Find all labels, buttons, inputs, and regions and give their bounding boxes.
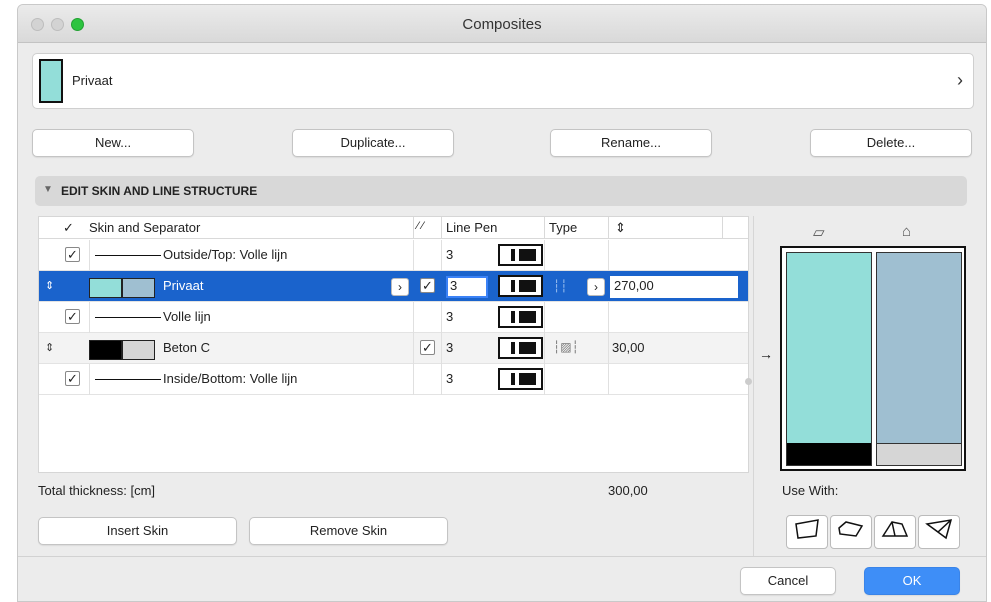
arrow-right-icon: → <box>759 346 773 362</box>
rename-button[interactable]: Rename... <box>550 129 712 157</box>
composite-selector[interactable]: Privaat › <box>32 53 974 109</box>
header-skin: Skin and Separator <box>89 220 201 235</box>
pen-number[interactable]: 3 <box>446 309 453 324</box>
table-row[interactable]: ✓ Volle lijn 3 <box>39 302 748 333</box>
skin-background-swatch[interactable] <box>122 278 155 298</box>
row-checkbox[interactable]: ✓ <box>65 247 80 262</box>
title-bar: Composites <box>18 5 986 43</box>
row-checkbox[interactable]: ✓ <box>65 371 80 386</box>
thickness-icon: ⇕ <box>615 220 626 235</box>
separator-label: Volle lijn <box>163 309 211 324</box>
line-pen-swatch[interactable] <box>498 337 543 359</box>
composite-name: Privaat <box>72 73 113 88</box>
insert-skin-button[interactable]: Insert Skin <box>38 517 237 545</box>
header-line-pen: Line Pen <box>446 220 498 235</box>
remove-skin-button[interactable]: Remove Skin <box>249 517 448 545</box>
shell-shape-icon[interactable] <box>918 515 960 549</box>
total-thickness-value: 300,00 <box>608 483 648 498</box>
pen-number-field[interactable]: 3 <box>446 276 488 298</box>
skin-visible-checkbox[interactable]: ✓ <box>420 340 435 355</box>
splitter-handle[interactable] <box>745 378 752 385</box>
skin-fill-swatch[interactable] <box>89 340 122 360</box>
thickness-field[interactable]: 270,00 <box>610 276 738 298</box>
separator-label: Inside/Bottom: Volle lijn <box>163 371 298 386</box>
drag-handle-icon[interactable]: ⇕ <box>45 279 54 292</box>
chevron-right-icon[interactable]: › <box>957 70 963 91</box>
composites-window: Composites Privaat › New... Duplicate...… <box>17 4 987 602</box>
delete-button[interactable]: Delete... <box>810 129 972 157</box>
total-thickness-label: Total thickness: [cm] <box>38 483 156 498</box>
ok-button[interactable]: OK <box>864 567 960 595</box>
pen-number[interactable]: 3 <box>446 247 453 262</box>
hatch-icon: ▱ <box>813 224 825 241</box>
cancel-button[interactable]: Cancel <box>740 567 836 595</box>
table-header: ✓ Skin and Separator ⁄ ⁄ Line Pen Type ⇕ <box>39 217 748 239</box>
header-type: Type <box>549 220 578 235</box>
section-header[interactable]: ▼ EDIT SKIN AND LINE STRUCTURE <box>35 176 967 206</box>
separator-label: Outside/Top: Volle lijn <box>163 247 288 262</box>
type-icon[interactable]: ┆┆ <box>553 279 567 293</box>
slab-shape-icon[interactable] <box>830 515 872 549</box>
type-icon[interactable]: ┆▨┆ <box>553 340 579 354</box>
new-button[interactable]: New... <box>32 129 194 157</box>
table-row[interactable]: ⇕ Privaat › ✓ 3 ┆┆ › 270,00 <box>39 271 748 302</box>
line-pen-swatch[interactable] <box>498 275 543 297</box>
roof-shape-icon[interactable] <box>874 515 916 549</box>
line-pen-swatch[interactable] <box>498 244 543 266</box>
line-pen-swatch[interactable] <box>498 306 543 328</box>
disclosure-triangle-icon[interactable]: ▼ <box>43 184 53 195</box>
skin-chevron-icon[interactable]: › <box>391 278 409 296</box>
paint-brush-icon: ⌂ <box>902 223 912 240</box>
skin-background-swatch[interactable] <box>122 340 155 360</box>
composite-swatch <box>39 59 63 103</box>
skin-label: Privaat <box>163 278 204 293</box>
structure-preview <box>780 246 966 471</box>
duplicate-button[interactable]: Duplicate... <box>292 129 454 157</box>
thickness-value[interactable]: 30,00 <box>612 340 645 355</box>
drag-handle-icon[interactable]: ⇕ <box>45 341 54 354</box>
wall-shape-icon[interactable] <box>786 515 828 549</box>
pen-number[interactable]: 3 <box>446 340 453 355</box>
type-chevron-icon[interactable]: › <box>587 278 605 296</box>
table-row[interactable]: ✓ Inside/Bottom: Volle lijn 3 <box>39 364 748 395</box>
table-row[interactable]: ✓ Outside/Top: Volle lijn 3 <box>39 240 748 271</box>
skin-fill-swatch[interactable] <box>89 278 122 298</box>
header-check: ✓ <box>63 220 74 235</box>
section-label: EDIT SKIN AND LINE STRUCTURE <box>61 184 258 198</box>
skin-label: Beton C <box>163 340 210 355</box>
skin-visible-checkbox[interactable]: ✓ <box>420 278 435 293</box>
window-title: Composites <box>462 16 542 33</box>
line-pen-swatch[interactable] <box>498 368 543 390</box>
table-row[interactable]: ⇕ Beton C ✓ 3 ┆▨┆ 30,00 <box>39 333 748 364</box>
header-visibility-icon: ⁄ ⁄ <box>417 220 424 232</box>
pen-number[interactable]: 3 <box>446 371 453 386</box>
use-with-label: Use With: <box>782 483 839 498</box>
skin-table: ✓ Skin and Separator ⁄ ⁄ Line Pen Type ⇕… <box>38 216 749 473</box>
row-checkbox[interactable]: ✓ <box>65 309 80 324</box>
